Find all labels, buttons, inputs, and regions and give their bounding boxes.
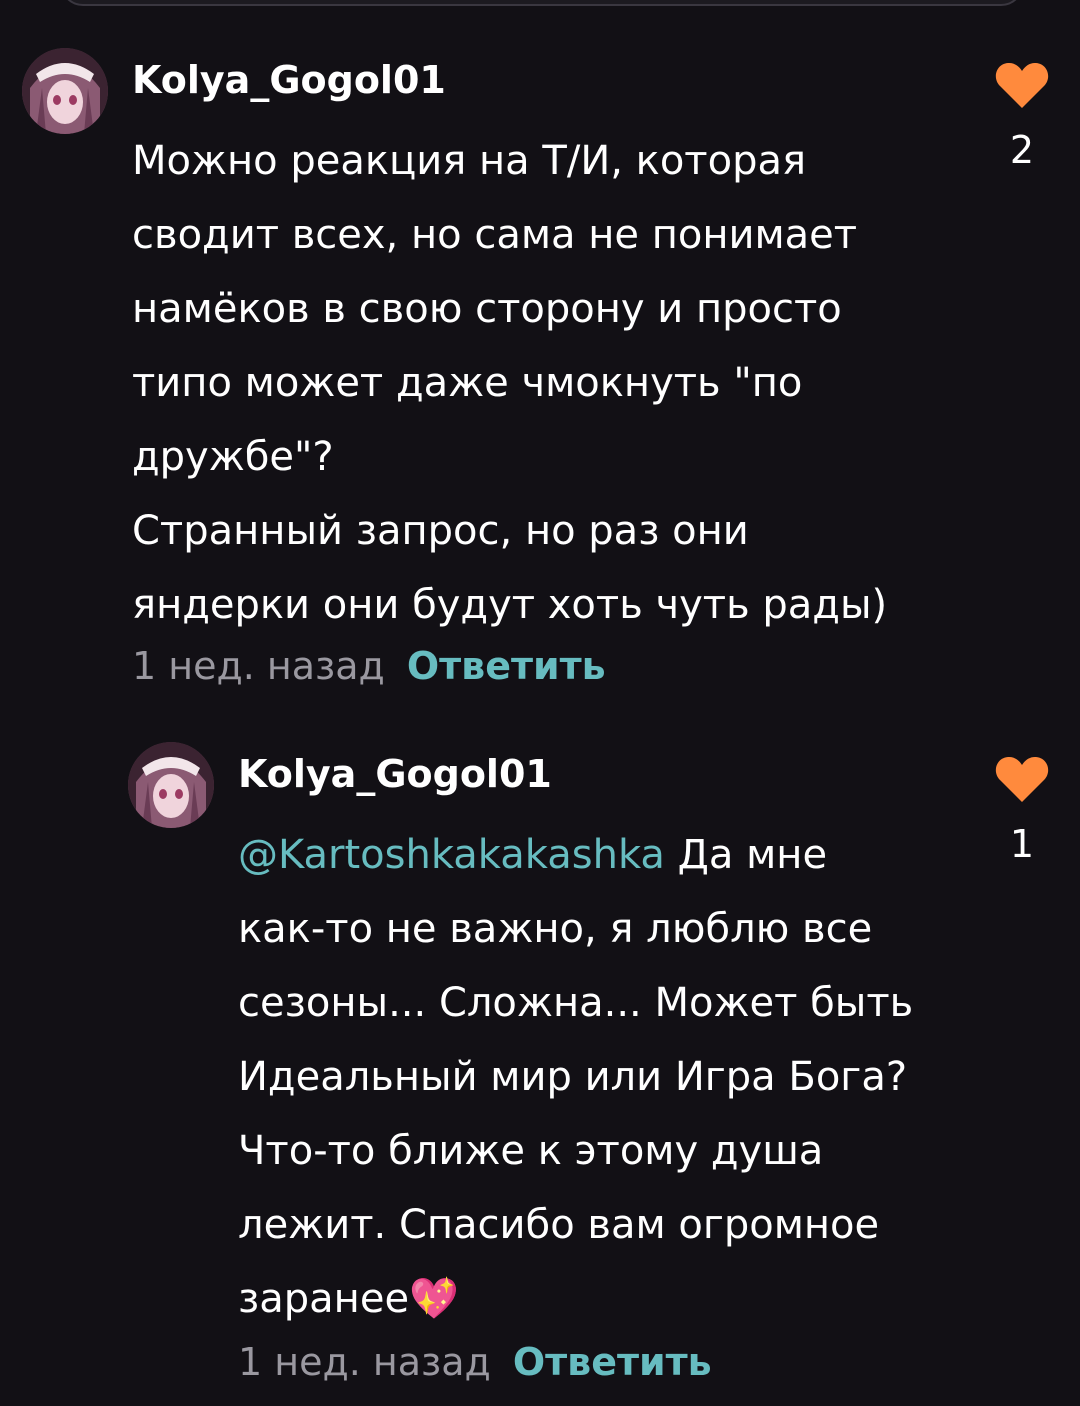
like-button[interactable]: 2 <box>992 60 1052 172</box>
timestamp: 1 нед. назад <box>132 644 385 688</box>
comment-text-body: Да мне как-то не важно, я люблю все сезо… <box>238 832 914 1322</box>
timestamp: 1 нед. назад <box>238 1340 491 1384</box>
input-bar-edge <box>60 0 1024 6</box>
heart-icon <box>995 756 1049 802</box>
comments-page: Kolya_Gogol01 Можно реакция на Т/И, кото… <box>0 0 1080 1406</box>
comment-text: @Kartoshkakakashka Да мне как-то не важн… <box>238 818 938 1336</box>
avatar[interactable] <box>22 48 108 134</box>
mention-link[interactable]: @Kartoshkakakashka <box>238 832 665 878</box>
heart-icon <box>995 62 1049 108</box>
reply-button[interactable]: Ответить <box>513 1340 712 1384</box>
comment-meta: 1 нед. назад Ответить <box>238 1340 712 1384</box>
username[interactable]: Kolya_Gogol01 <box>132 58 446 102</box>
avatar[interactable] <box>128 742 214 828</box>
like-count: 2 <box>1009 128 1035 172</box>
avatar-image <box>22 48 108 134</box>
sparkling-heart-emoji: 💖 <box>409 1276 459 1322</box>
like-count: 1 <box>1009 822 1035 866</box>
comment-meta: 1 нед. назад Ответить <box>132 644 606 688</box>
like-button[interactable]: 1 <box>992 754 1052 866</box>
reply-button[interactable]: Ответить <box>407 644 606 688</box>
username[interactable]: Kolya_Gogol01 <box>238 752 552 796</box>
comment-text: Можно реакция на Т/И, которая сводит все… <box>132 138 888 628</box>
avatar-image <box>128 742 214 828</box>
